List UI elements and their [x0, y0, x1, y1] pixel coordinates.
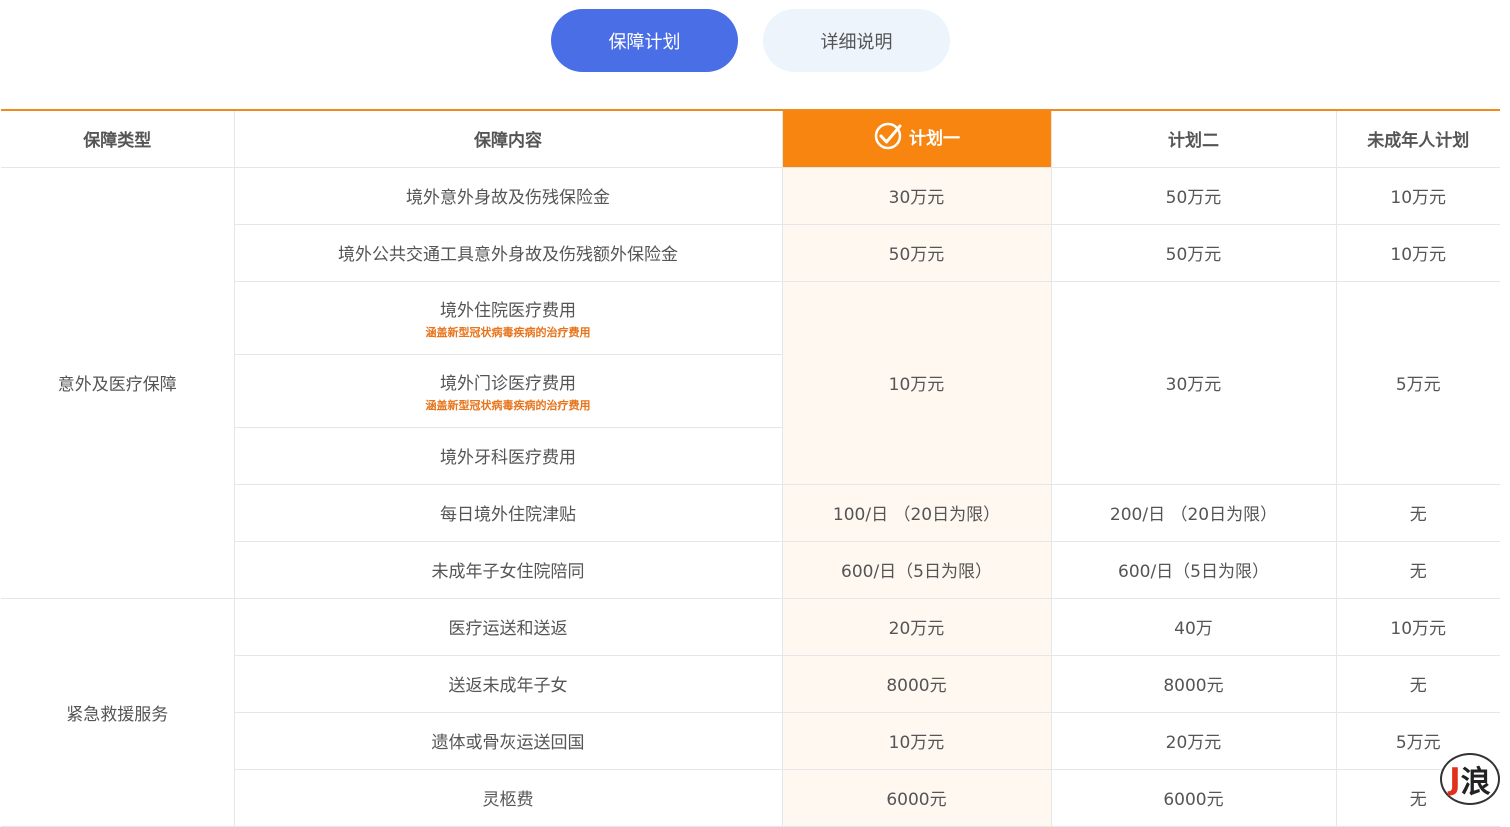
plan-1-value: 30万元: [781, 166, 1052, 225]
plan-1-value: 8000元: [781, 654, 1052, 713]
plan-2-value: 30万元: [1050, 280, 1337, 485]
brand-logo-char: 浪: [1460, 765, 1491, 800]
coverage-item: 境外意外身故及伤残保险金: [233, 166, 783, 225]
minor-plan-value: 无: [1335, 654, 1500, 713]
group-emergency-rescue: 紧急救援服务: [1, 597, 235, 827]
plan-2-value: 50万元: [1050, 166, 1337, 225]
tab-details[interactable]: 详细说明: [763, 9, 950, 72]
plan-2-value: 20万元: [1050, 711, 1337, 770]
minor-plan-value: 10万元: [1335, 166, 1500, 225]
table-row: 意外及医疗保障 境外意外身故及伤残保险金 30万元 50万元 10万元: [1, 166, 1500, 599]
plan-2-value: 50万元: [1050, 223, 1337, 282]
coverage-item-label: 境外门诊医疗费用: [440, 373, 576, 394]
table-row: 紧急救援服务 医疗运送和送返 20万元 40万 10万元: [1, 597, 1500, 827]
minor-plan-value: 无: [1335, 483, 1500, 542]
plan-1-label: 计划一: [909, 128, 960, 149]
check-circle-icon: [874, 123, 902, 150]
coverage-item: 每日境外住院津贴: [234, 483, 783, 542]
coverage-item: 境外牙科医疗费用: [234, 426, 782, 485]
plan-1-value: 100/日 （20日为限）: [781, 483, 1052, 542]
minor-plan-value: 无: [1335, 540, 1500, 599]
plan-2-value: 6000元: [1050, 768, 1337, 827]
plan-1-value: 20万元: [781, 597, 1052, 656]
table-header-row: 保障类型 保障内容 计划一 计划二 未成年人计划: [1, 109, 1500, 168]
coverage-item: 境外住院医疗费用 涵盖新型冠状病毒疾病的治疗费用: [234, 280, 783, 355]
coverage-table: 保障类型 保障内容 计划一 计划二 未成年人计划 意外及医疗保障 境外意外身故及…: [1, 109, 1500, 827]
plan-1-value: 600/日（5日为限）: [781, 540, 1052, 599]
coverage-note: 涵盖新型冠状病毒疾病的治疗费用: [425, 398, 591, 412]
tab-coverage-plan[interactable]: 保障计划: [551, 9, 738, 72]
coverage-item: 未成年子女住院陪同: [234, 540, 783, 599]
header-plan-2: 计划二: [1050, 109, 1337, 168]
coverage-item: 境外公共交通工具意外身故及伤残额外保险金: [234, 223, 783, 282]
header-minor-plan: 未成年人计划: [1335, 109, 1500, 168]
header-plan-1[interactable]: 计划一: [781, 109, 1052, 168]
coverage-item: 遗体或骨灰运送回国: [234, 711, 783, 770]
plan-2-value: 600/日（5日为限）: [1050, 540, 1337, 599]
plan-1-value: 6000元: [781, 768, 1052, 827]
plan-1-value: 10万元: [781, 711, 1052, 770]
coverage-item-label: 境外住院医疗费用: [440, 300, 576, 321]
coverage-note: 涵盖新型冠状病毒疾病的治疗费用: [425, 325, 591, 339]
coverage-item: 境外门诊医疗费用 涵盖新型冠状病毒疾病的治疗费用: [234, 353, 782, 428]
coverage-item: 医疗运送和送返: [233, 597, 783, 656]
plan-1-value: 50万元: [781, 223, 1052, 282]
minor-plan-value: 10万元: [1335, 223, 1500, 282]
header-coverage-type: 保障类型: [1, 109, 235, 168]
minor-plan-value: 10万元: [1335, 597, 1500, 656]
coverage-item: 送返未成年子女: [234, 654, 783, 713]
plan-2-value: 40万: [1050, 597, 1337, 656]
plan-2-value: 200/日 （20日为限）: [1050, 483, 1337, 542]
minor-plan-value: 5万元: [1335, 280, 1500, 485]
plan-1-value: 10万元: [781, 280, 1052, 485]
brand-logo-icon[interactable]: J浪: [1440, 753, 1500, 805]
coverage-item: 灵柩费: [234, 768, 783, 827]
header-coverage-content: 保障内容: [233, 109, 783, 168]
plan-2-value: 8000元: [1050, 654, 1337, 713]
group-accident-medical: 意外及医疗保障: [1, 166, 235, 599]
